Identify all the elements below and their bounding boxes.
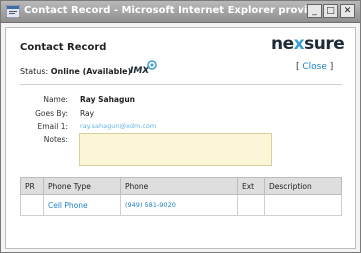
email-link[interactable]: ray.sahagun@xdm.com (80, 122, 156, 130)
phone-number-link[interactable]: (949) 581-9020 (120, 194, 238, 216)
phone-table-header: PR Phone Type Phone Ext Description (20, 177, 342, 195)
phone-type-link[interactable]: Cell Phone (43, 194, 121, 216)
goes-by-label: Goes By: (35, 109, 68, 118)
close-window-button[interactable]: ✕ (340, 4, 355, 18)
ext-cell (237, 194, 265, 216)
maximize-button[interactable]: □ (323, 4, 338, 18)
imx-presence-icon: IMX (130, 60, 157, 76)
close-link[interactable]: Close (302, 62, 327, 72)
notes-field[interactable] (79, 133, 272, 166)
column-header-description: Description (264, 177, 342, 195)
browser-window: Contact Record - Microsoft Internet Expl… (0, 0, 361, 253)
status-value: Online (Available) (50, 67, 132, 76)
goes-by-value: Ray (80, 109, 95, 118)
pr-cell (20, 194, 44, 216)
internet-explorer-icon (6, 5, 20, 18)
name-label: Name: (43, 95, 68, 104)
table-row: Cell Phone (949) 581-9020 (20, 194, 342, 216)
page-title: Contact Record (20, 42, 107, 53)
svg-text:IMX: IMX (130, 66, 150, 76)
status-label: Status: (20, 67, 49, 76)
nexsure-logo: nexsure (271, 34, 345, 54)
email-label: Email 1: (37, 122, 69, 131)
section-divider (20, 84, 342, 85)
description-cell (264, 194, 342, 216)
notes-label: Notes: (43, 135, 68, 144)
close-link-wrapper: [ Close ] (296, 62, 334, 72)
column-header-phone-type: Phone Type (43, 177, 121, 195)
column-header-phone: Phone (120, 177, 238, 195)
column-header-pr: PR (20, 177, 44, 195)
window-title: Contact Record - Microsoft Internet Expl… (24, 5, 309, 16)
column-header-ext: Ext (237, 177, 265, 195)
phone-table: PR Phone Type Phone Ext Description Cell… (20, 177, 342, 216)
name-value: Ray Sahagun (80, 95, 136, 104)
contact-record-panel: Contact Record nexsure [ Close ] Status:… (5, 27, 356, 249)
status-line: Status: Online (Available) (20, 67, 131, 76)
title-bar[interactable]: Contact Record - Microsoft Internet Expl… (1, 1, 360, 23)
minimize-button[interactable]: _ (307, 4, 322, 18)
